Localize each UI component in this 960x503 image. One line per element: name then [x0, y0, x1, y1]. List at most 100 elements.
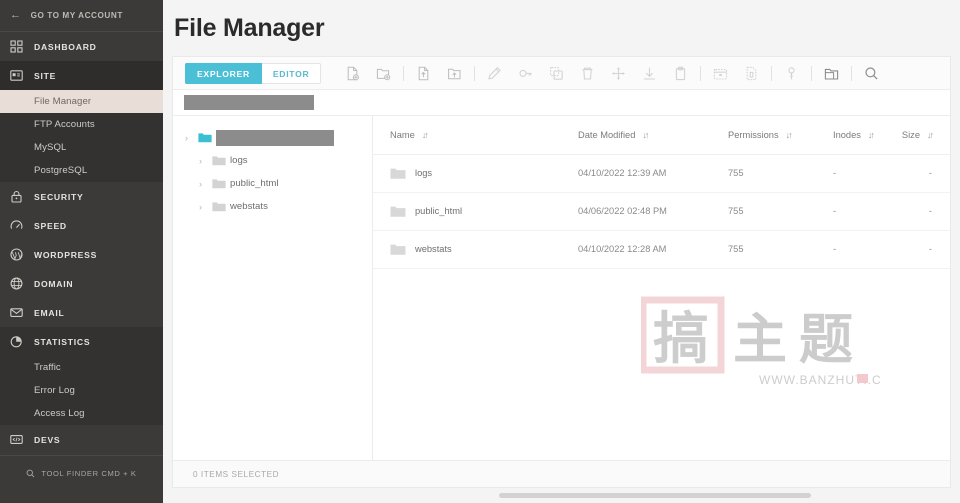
sidebar-item-error-log[interactable]: Error Log	[0, 379, 163, 402]
cell-permissions: 755	[728, 154, 833, 193]
sidebar-item-wordpress-label: WORDPRESS	[34, 249, 98, 260]
arrow-left-icon: ←	[10, 9, 22, 21]
tool-finder-button[interactable]: TOOL FINDER CMD + K	[0, 456, 163, 490]
chevron-right-icon[interactable]: ›	[199, 156, 207, 166]
folder-gray-icon	[212, 178, 226, 189]
cell-size: -	[921, 230, 950, 269]
sidebar-item-devs[interactable]: DEVS	[0, 425, 163, 454]
move-button[interactable]	[603, 57, 634, 90]
table-row[interactable]: public_html 04/06/2022 02:48 PM 755 - -	[373, 192, 950, 231]
column-header-permissions[interactable]: Permissions ↓↑	[728, 116, 833, 155]
archive-button[interactable]	[705, 57, 736, 90]
site-window-icon	[10, 69, 23, 82]
column-header-name[interactable]: Name ↓↑	[373, 116, 578, 155]
column-header-size[interactable]: Size ↓↑	[902, 116, 950, 155]
upload-file-button[interactable]	[408, 57, 439, 90]
upload-folder-button[interactable]	[439, 57, 470, 90]
cell-inodes: -	[833, 192, 921, 231]
breadcrumb[interactable]	[173, 90, 950, 116]
sidebar-group-dashboard: DASHBOARD	[0, 32, 163, 61]
toolbar-separator-5	[811, 65, 813, 81]
cell-inodes: -	[833, 230, 921, 269]
table-row[interactable]: webstats 04/10/2022 12:28 AM 755 - -	[373, 230, 950, 269]
sidebar-item-wordpress[interactable]: WORDPRESS	[0, 240, 163, 269]
go-to-my-account-label: GO TO MY ACCOUNT	[30, 11, 123, 20]
sidebar-item-speed[interactable]: SPEED	[0, 211, 163, 240]
sort-updown-icon[interactable]: ↓↑	[868, 130, 875, 140]
column-header-inodes-label: Inodes	[833, 129, 861, 140]
file-table-header-row: Name ↓↑ Date Modified ↓↑ Permissions ↓↑ …	[373, 116, 950, 155]
chevron-right-icon[interactable]: ›	[199, 202, 207, 212]
sidebar-item-ftp-accounts-label: FTP Accounts	[34, 119, 95, 130]
sidebar-item-domain[interactable]: DOMAIN	[0, 269, 163, 298]
download-button[interactable]	[634, 57, 665, 90]
sort-updown-icon[interactable]: ↓↑	[927, 130, 934, 140]
sidebar-item-security[interactable]: SECURITY	[0, 182, 163, 211]
sidebar: ← GO TO MY ACCOUNT DASHBOARD SITE File M…	[0, 0, 163, 503]
sidebar-item-email[interactable]: EMAIL	[0, 298, 163, 327]
tab-explorer[interactable]: EXPLORER	[185, 62, 262, 84]
column-header-date-modified[interactable]: Date Modified ↓↑	[578, 116, 728, 155]
horizontal-scrollbar[interactable]	[172, 490, 951, 501]
cell-name-label: public_html	[415, 206, 463, 216]
tree-item-webstats[interactable]: › webstats	[173, 195, 372, 218]
sidebar-item-traffic[interactable]: Traffic	[0, 356, 163, 379]
tree-root-redacted-label	[216, 129, 334, 146]
chevron-right-icon[interactable]: ›	[199, 179, 207, 189]
panel-body: › › logs › public_html › webstats Name ↓…	[173, 116, 950, 460]
sort-updown-icon[interactable]: ↓↑	[786, 130, 793, 140]
sidebar-item-mysql[interactable]: MySQL	[0, 136, 163, 159]
new-file-button[interactable]	[337, 57, 368, 90]
cell-inodes: -	[833, 154, 921, 193]
toolbar-separator-4	[771, 65, 773, 81]
sidebar-item-dashboard[interactable]: DASHBOARD	[0, 32, 163, 61]
cell-size: -	[921, 192, 950, 231]
paste-button[interactable]	[665, 57, 696, 90]
sidebar-item-file-manager[interactable]: File Manager	[0, 90, 163, 113]
sidebar-item-security-label: SECURITY	[34, 191, 84, 202]
delete-button[interactable]	[572, 57, 603, 90]
rename-button[interactable]	[479, 57, 510, 90]
column-header-permissions-label: Permissions	[728, 129, 779, 140]
go-to-my-account-link[interactable]: ← GO TO MY ACCOUNT	[0, 0, 163, 31]
sidebar-item-speed-label: SPEED	[34, 220, 67, 231]
extract-button[interactable]	[736, 57, 767, 90]
protect-button[interactable]	[776, 57, 807, 90]
tree-item-logs[interactable]: › logs	[173, 149, 372, 172]
tree-item-public-html[interactable]: › public_html	[173, 172, 372, 195]
sidebar-item-dashboard-label: DASHBOARD	[34, 41, 97, 52]
sidebar-group-domain: DOMAIN	[0, 269, 163, 298]
file-table-head: Name ↓↑ Date Modified ↓↑ Permissions ↓↑ …	[373, 116, 950, 155]
new-folder-button[interactable]	[368, 57, 399, 90]
sort-updown-icon[interactable]: ↓↑	[642, 130, 649, 140]
chevron-right-icon[interactable]: ›	[185, 133, 193, 143]
sidebar-item-site[interactable]: SITE	[0, 61, 163, 90]
tree-root-row[interactable]: ›	[173, 126, 372, 149]
folder-gray-icon	[212, 155, 226, 166]
copy-button[interactable]	[541, 57, 572, 90]
sidebar-item-postgresql[interactable]: PostgreSQL	[0, 159, 163, 182]
cell-size: -	[921, 154, 950, 193]
sidebar-item-access-log-label: Access Log	[34, 408, 85, 419]
pie-chart-icon	[10, 335, 23, 348]
folder-gray-icon	[390, 167, 406, 180]
sort-updown-icon[interactable]: ↓↑	[422, 130, 429, 140]
sidebar-item-file-manager-label: File Manager	[34, 96, 92, 107]
sidebar-item-statistics[interactable]: STATISTICS	[0, 327, 163, 356]
toolbar: EXPLORER EDITOR	[173, 57, 950, 90]
folder-gray-icon	[212, 201, 226, 212]
cell-date-modified: 04/06/2022 02:48 PM	[578, 192, 728, 231]
permissions-button[interactable]	[510, 57, 541, 90]
scrollbar-thumb[interactable]	[499, 493, 811, 498]
change-directory-button[interactable]	[816, 57, 847, 90]
cell-name: webstats	[373, 230, 578, 269]
sidebar-item-ftp-accounts[interactable]: FTP Accounts	[0, 113, 163, 136]
table-row[interactable]: logs 04/10/2022 12:39 AM 755 - -	[373, 154, 950, 193]
sidebar-group-speed: SPEED	[0, 211, 163, 240]
sidebar-item-postgresql-label: PostgreSQL	[34, 165, 88, 176]
cell-name-label: webstats	[415, 244, 452, 254]
file-manager-panel: EXPLORER EDITOR › › logs › public_html ›…	[172, 56, 951, 488]
tab-editor[interactable]: EDITOR	[261, 62, 322, 84]
search-button[interactable]	[856, 57, 887, 90]
sidebar-item-access-log[interactable]: Access Log	[0, 402, 163, 425]
